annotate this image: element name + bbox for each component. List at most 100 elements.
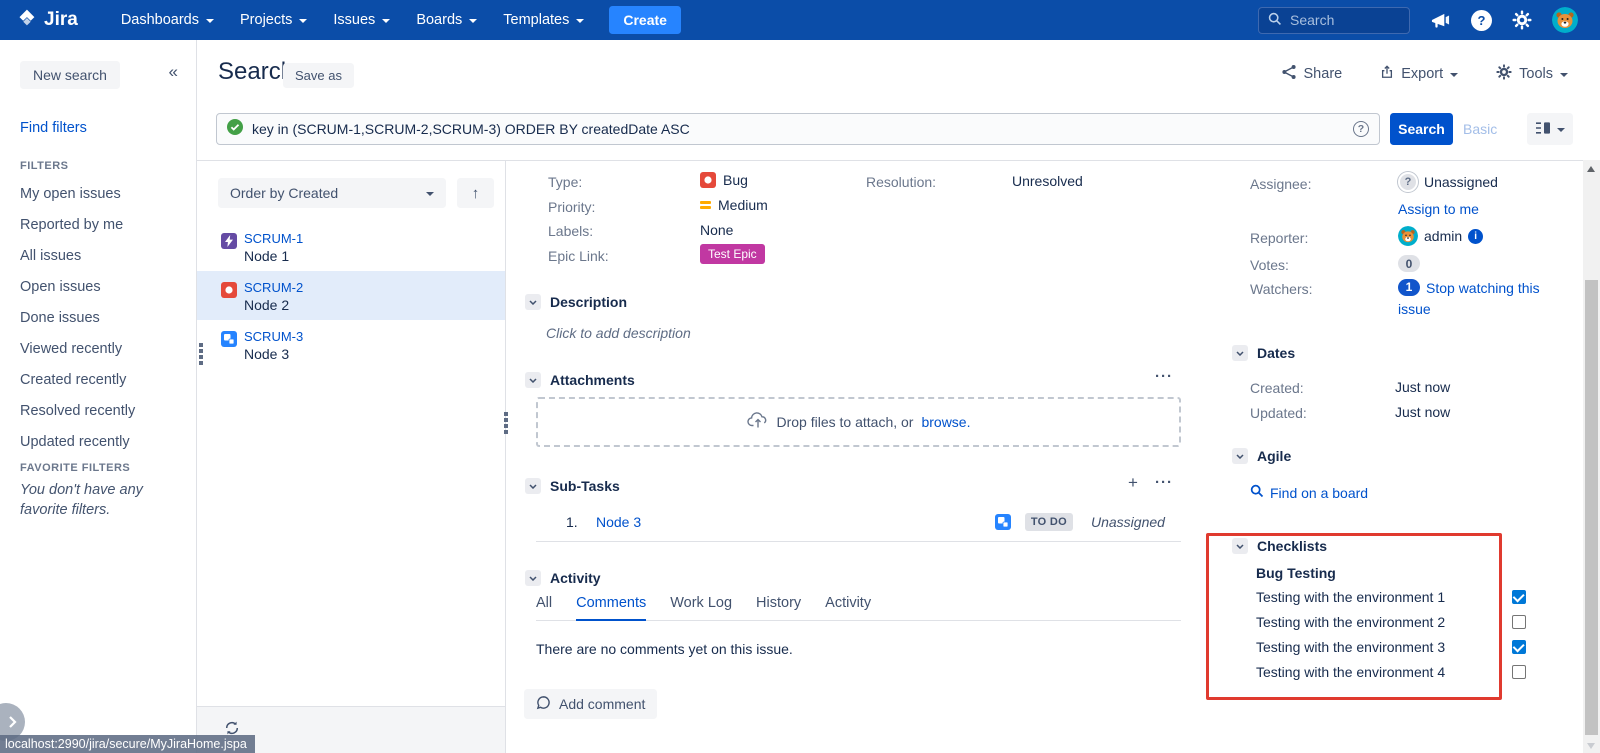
browse-link[interactable]: browse.	[921, 414, 970, 430]
new-search-button[interactable]: New search	[20, 61, 120, 89]
epic-badge[interactable]: Test Epic	[700, 244, 765, 264]
nav-menu-projects[interactable]: Projects	[227, 0, 320, 40]
checkbox[interactable]	[1512, 665, 1526, 679]
tab-comments[interactable]: Comments	[576, 595, 646, 621]
sidebar-item-open-issues[interactable]: Open issues	[0, 271, 196, 302]
subtasks-more-icon[interactable]: ···	[1155, 474, 1173, 491]
nav-menu-dashboards[interactable]: Dashboards	[108, 0, 227, 40]
unassigned-avatar: ?	[1398, 172, 1418, 192]
layout-switcher-button[interactable]	[1527, 113, 1573, 145]
export-button[interactable]: Export	[1380, 64, 1458, 84]
list-resize-handle[interactable]	[504, 412, 510, 434]
basic-mode-link[interactable]: Basic	[1463, 121, 1497, 137]
chevron-down-icon[interactable]	[525, 372, 541, 388]
nav-menu-templates[interactable]: Templates	[490, 0, 597, 40]
collapse-sidebar-icon[interactable]: «	[169, 62, 178, 82]
filters-heading: FILTERS	[20, 160, 69, 172]
issue-row-scrum-2[interactable]: SCRUM-2 Node 2	[197, 271, 505, 320]
checkbox[interactable]	[1512, 590, 1526, 604]
scrollbar-thumb[interactable]	[1585, 280, 1598, 735]
header-actions: Share Export Tools	[1281, 64, 1568, 84]
sidebar-item-created-recently[interactable]: Created recently	[0, 364, 196, 395]
save-as-button[interactable]: Save as	[283, 63, 354, 88]
share-button[interactable]: Share	[1281, 64, 1343, 84]
valid-query-icon	[227, 119, 243, 140]
filters-sidebar: New search « Find filters FILTERS My ope…	[0, 40, 197, 753]
assignee-value: ? Unassigned	[1398, 172, 1498, 192]
reporter-value: admin i	[1398, 226, 1483, 246]
tab-work-log[interactable]: Work Log	[670, 595, 732, 620]
epic-link-value: Test Epic	[700, 244, 765, 264]
find-filters-link[interactable]: Find filters	[20, 120, 87, 136]
announcements-icon[interactable]	[1430, 11, 1451, 30]
issue-row-scrum-1[interactable]: SCRUM-1 Node 1	[197, 222, 505, 271]
votes-badge[interactable]: 0	[1398, 255, 1420, 272]
search-button[interactable]: Search	[1390, 113, 1453, 145]
chevron-down-icon[interactable]	[525, 570, 541, 586]
updated-label: Updated:	[1250, 405, 1307, 421]
description-placeholder[interactable]: Click to add description	[546, 325, 691, 341]
help-icon[interactable]: ?	[1471, 10, 1492, 31]
sidebar-item-viewed-recently[interactable]: Viewed recently	[0, 333, 196, 364]
navbar-right: Search ?	[1258, 7, 1584, 34]
nav-menu-issues[interactable]: Issues	[320, 0, 403, 40]
create-button[interactable]: Create	[609, 6, 681, 34]
nav-menu-boards[interactable]: Boards	[403, 0, 490, 40]
chevron-down-icon[interactable]	[525, 478, 541, 494]
vertical-scrollbar[interactable]	[1583, 160, 1600, 753]
scroll-down-arrow[interactable]	[1587, 743, 1595, 749]
settings-gear-icon[interactable]	[1512, 10, 1532, 30]
sidebar-item-resolved-recently[interactable]: Resolved recently	[0, 395, 196, 426]
sidebar-resize-handle[interactable]	[199, 343, 205, 365]
find-on-board-link[interactable]: Find on a board	[1250, 484, 1368, 501]
checkbox[interactable]	[1512, 615, 1526, 629]
scroll-up-arrow[interactable]	[1587, 166, 1595, 172]
issue-key[interactable]: SCRUM-3	[244, 329, 303, 345]
tab-activity[interactable]: Activity	[825, 595, 871, 620]
checklist-item: Testing with the environment 4	[1256, 664, 1526, 680]
issue-summary: Node 1	[244, 247, 303, 266]
issue-key[interactable]: SCRUM-1	[244, 231, 303, 247]
quick-search-input[interactable]: Search	[1258, 7, 1410, 34]
sidebar-item-reported-by-me[interactable]: Reported by me	[0, 209, 196, 240]
subtasks-section-header: Sub-Tasks	[525, 478, 620, 494]
tools-button[interactable]: Tools	[1496, 64, 1568, 84]
chevron-down-icon[interactable]	[1232, 538, 1248, 554]
filters-list: My open issues Reported by me All issues…	[0, 178, 196, 457]
priority-value: Medium	[700, 197, 768, 213]
checklist-group-title: Bug Testing	[1256, 565, 1336, 581]
info-icon[interactable]: i	[1468, 229, 1483, 244]
attachments-section-header: Attachments	[525, 372, 635, 388]
jql-search-input[interactable]: key in (SCRUM-1,SCRUM-2,SCRUM-3) ORDER B…	[216, 113, 1380, 145]
syntax-help-icon[interactable]: ?	[1353, 121, 1369, 137]
chevron-down-icon[interactable]	[1232, 345, 1248, 361]
sidebar-item-my-open-issues[interactable]: My open issues	[0, 178, 196, 209]
subtask-link[interactable]: Node 3	[596, 514, 995, 530]
activity-tabs: All Comments Work Log History Activity	[536, 595, 1181, 621]
description-section-header: Description	[525, 294, 627, 310]
issue-row-scrum-3[interactable]: SCRUM-3 Node 3	[197, 320, 505, 369]
sidebar-item-updated-recently[interactable]: Updated recently	[0, 426, 196, 457]
subtask-row[interactable]: 1. Node 3 TO DO Unassigned	[536, 507, 1181, 542]
order-by-dropdown[interactable]: Order by Created	[218, 178, 446, 208]
issue-key[interactable]: SCRUM-2	[244, 280, 303, 296]
user-avatar[interactable]	[1552, 7, 1578, 33]
tab-all[interactable]: All	[536, 595, 552, 620]
checklist-item: Testing with the environment 3	[1256, 639, 1526, 655]
favorite-filters-heading: FAVORITE FILTERS	[20, 462, 130, 474]
add-comment-button[interactable]: Add comment	[524, 689, 657, 719]
chevron-down-icon[interactable]	[525, 294, 541, 310]
jira-logo[interactable]: Jira	[16, 7, 78, 34]
sidebar-item-all-issues[interactable]: All issues	[0, 240, 196, 271]
assign-to-me-link[interactable]: Assign to me	[1398, 201, 1479, 217]
checkbox[interactable]	[1512, 640, 1526, 654]
type-value: Bug	[700, 172, 748, 188]
attachments-dropzone[interactable]: Drop files to attach, or browse.	[536, 397, 1181, 447]
watchers-count-badge[interactable]: 1	[1398, 279, 1420, 296]
sort-direction-button[interactable]: ↑	[457, 178, 494, 208]
sidebar-item-done-issues[interactable]: Done issues	[0, 302, 196, 333]
tab-history[interactable]: History	[756, 595, 801, 620]
add-subtask-icon[interactable]: +	[1128, 473, 1138, 493]
attachments-more-icon[interactable]: ···	[1155, 368, 1173, 385]
chevron-down-icon[interactable]	[1232, 448, 1248, 464]
